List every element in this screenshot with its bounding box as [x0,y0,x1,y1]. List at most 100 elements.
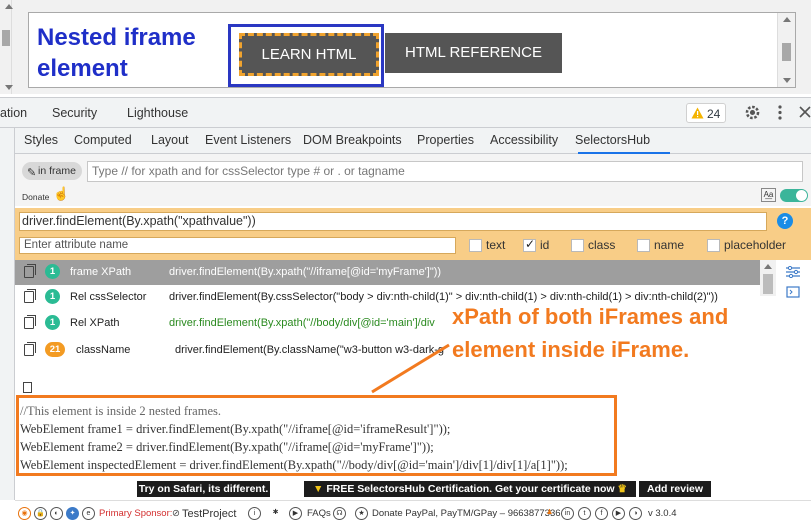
copy-code-icon[interactable] [23,382,32,393]
nested-iframe-heading: Nested iframe element [37,24,196,82]
linkedin-icon[interactable]: in [561,507,574,520]
youtube-icon[interactable]: ▶ [612,507,625,520]
selector-type: className [76,344,131,356]
safari-icon[interactable]: ✦ [66,507,79,520]
checkbox[interactable] [637,239,650,252]
warnings-badge[interactable]: 24 [686,103,726,123]
tab-computed[interactable]: Computed [74,133,132,147]
learn-html-button[interactable]: LEARN HTML [239,33,379,76]
iframe-result-frame: Nested iframe element LEARN HTML HTML RE… [28,12,796,88]
devtools-left-gutter [0,128,15,500]
copy-icon[interactable] [24,289,36,303]
tab-accessibility[interactable]: Accessibility [490,133,558,147]
match-count-badge: 1 [45,315,60,330]
help-icon[interactable]: ? [777,213,793,229]
chrome-icon[interactable]: ◉ [18,507,31,520]
annotation-callout: xPath of both iFrames and element inside… [452,304,729,362]
scroll-up-icon[interactable] [5,4,13,9]
code-line: WebElement frame2 = driver.findElement(B… [20,440,434,454]
checkbox[interactable] [707,239,720,252]
code-comment: //This element is inside 2 nested frames… [20,404,221,418]
driver-command-input[interactable]: driver.findElement(By.xpath("xpathvalue"… [19,212,767,231]
tab-layout[interactable]: Layout [151,133,189,147]
faqs-link[interactable]: FAQs [307,508,331,519]
close-devtools-icon[interactable] [799,106,811,118]
scrollbar-thumb[interactable] [782,43,791,61]
selectorshub-footer: ◉ 🔒 ◐ ✦ e Primary Sponsor: ⊘ TestProject… [15,500,811,527]
iframe-scrollbar[interactable] [777,13,795,87]
info-icon[interactable]: i [248,507,261,520]
certification-label: FREE SelectorsHub Certification. Get you… [326,483,615,495]
devtools-main-tabbar: ation Security Lighthouse 24 [0,97,811,128]
more-options-icon[interactable] [778,105,782,120]
checkbox[interactable] [469,239,482,252]
add-review-link[interactable]: Add review [639,481,711,497]
warning-count: 24 [707,107,721,121]
github-icon[interactable]: ◑ [629,507,642,520]
tab-properties[interactable]: Properties [417,133,474,147]
case-sensitive-icon[interactable]: A͟a [761,188,776,202]
tab-lighthouse[interactable]: Lighthouse [127,106,188,120]
results-scrollbar[interactable] [760,260,776,296]
selector-search-input[interactable]: Type // for xpath and for cssSelector ty… [87,161,803,182]
attr-option-label: text [486,238,506,252]
scrollbar-thumb[interactable] [2,30,10,46]
result-row-frame-xpath[interactable]: 1 frame XPath driver.findElement(By.xpat… [15,260,760,285]
warning-icon [691,107,704,119]
donate-hands-icon[interactable]: ☝ [53,186,69,202]
checkbox[interactable] [571,239,584,252]
firefox-icon[interactable]: ◐ [50,507,63,520]
settings-gear-icon[interactable] [744,104,761,121]
tab-application[interactable]: ation [0,106,27,120]
code-icon[interactable] [786,286,800,298]
selector-value[interactable]: driver.findElement(By.xpath("//body/div[… [169,317,435,329]
donate-label[interactable]: Donate [22,192,49,202]
in-frame-label: in frame [38,165,76,177]
twitter-icon[interactable]: t [578,507,591,520]
donate-text[interactable]: Donate PayPal, PayTM/GPay – 9663877336 [372,508,561,519]
slack-icon[interactable]: ✱ [269,507,282,520]
driver-command-section: driver.findElement(By.xpath("xpathvalue"… [15,208,811,260]
user-icon[interactable]: ♟ [543,507,556,520]
code-text: //This element is inside 2 nested frames… [19,402,609,474]
selector-value[interactable]: driver.findElement(By.xpath("//iframe[@i… [169,266,441,278]
elements-subtabbar: Styles Computed Layout Event Listeners D… [15,128,811,154]
copy-icon[interactable] [24,315,36,329]
html-reference-button[interactable]: HTML REFERENCE [385,33,562,73]
facebook-icon[interactable]: f [595,507,608,520]
theme-toggle[interactable] [780,189,808,202]
testproject-logo-icon: ⊘ [172,508,180,519]
code-line: WebElement frame1 = driver.findElement(B… [20,422,451,436]
copy-icon[interactable] [24,342,36,356]
donate-coin-icon[interactable]: ★ [355,507,368,520]
trophy-icon: ♛ [614,483,627,495]
selector-value[interactable]: driver.findElement(By.className("w3-butt… [175,344,444,356]
scrollbar-thumb[interactable] [763,274,773,294]
certification-link[interactable]: ▼ FREE SelectorsHub Certification. Get y… [304,481,636,497]
tab-dom-breakpoints[interactable]: DOM Breakpoints [303,133,402,147]
tab-event-listeners[interactable]: Event Listeners [205,133,291,147]
promo-bar: Try on Safari, its different. ▼ FREE Sel… [15,479,811,500]
copy-icon[interactable] [24,264,36,278]
side-tool-icons [776,260,811,300]
lock-icon[interactable]: 🔒 [34,507,47,520]
edge-icon[interactable]: e [82,507,95,520]
youtube-icon[interactable]: ▶ [289,507,302,520]
scroll-up-icon[interactable] [764,264,772,269]
in-frame-chip[interactable]: ✎ in frame [22,162,82,180]
selectorshub-toolbar: ✎ in frame Type // for xpath and for css… [15,154,811,206]
try-safari-link[interactable]: Try on Safari, its different. [137,481,270,497]
settings-sliders-icon[interactable] [786,266,800,278]
attribute-name-input[interactable]: Enter attribute name [19,237,456,254]
checkbox-checked[interactable]: ✓ [523,237,536,252]
sponsor-name[interactable]: TestProject [182,508,236,520]
tab-selectorshub[interactable]: SelectorsHub [575,133,650,147]
pencil-icon: ✎ [27,167,37,179]
scroll-up-icon[interactable] [783,17,791,22]
scroll-down-icon[interactable] [783,78,791,83]
page-scrollbar[interactable] [0,0,13,94]
tab-security[interactable]: Security [52,106,97,120]
tab-styles[interactable]: Styles [24,133,58,147]
attr-option-label: name [654,238,685,252]
scroll-down-icon[interactable] [5,85,13,90]
